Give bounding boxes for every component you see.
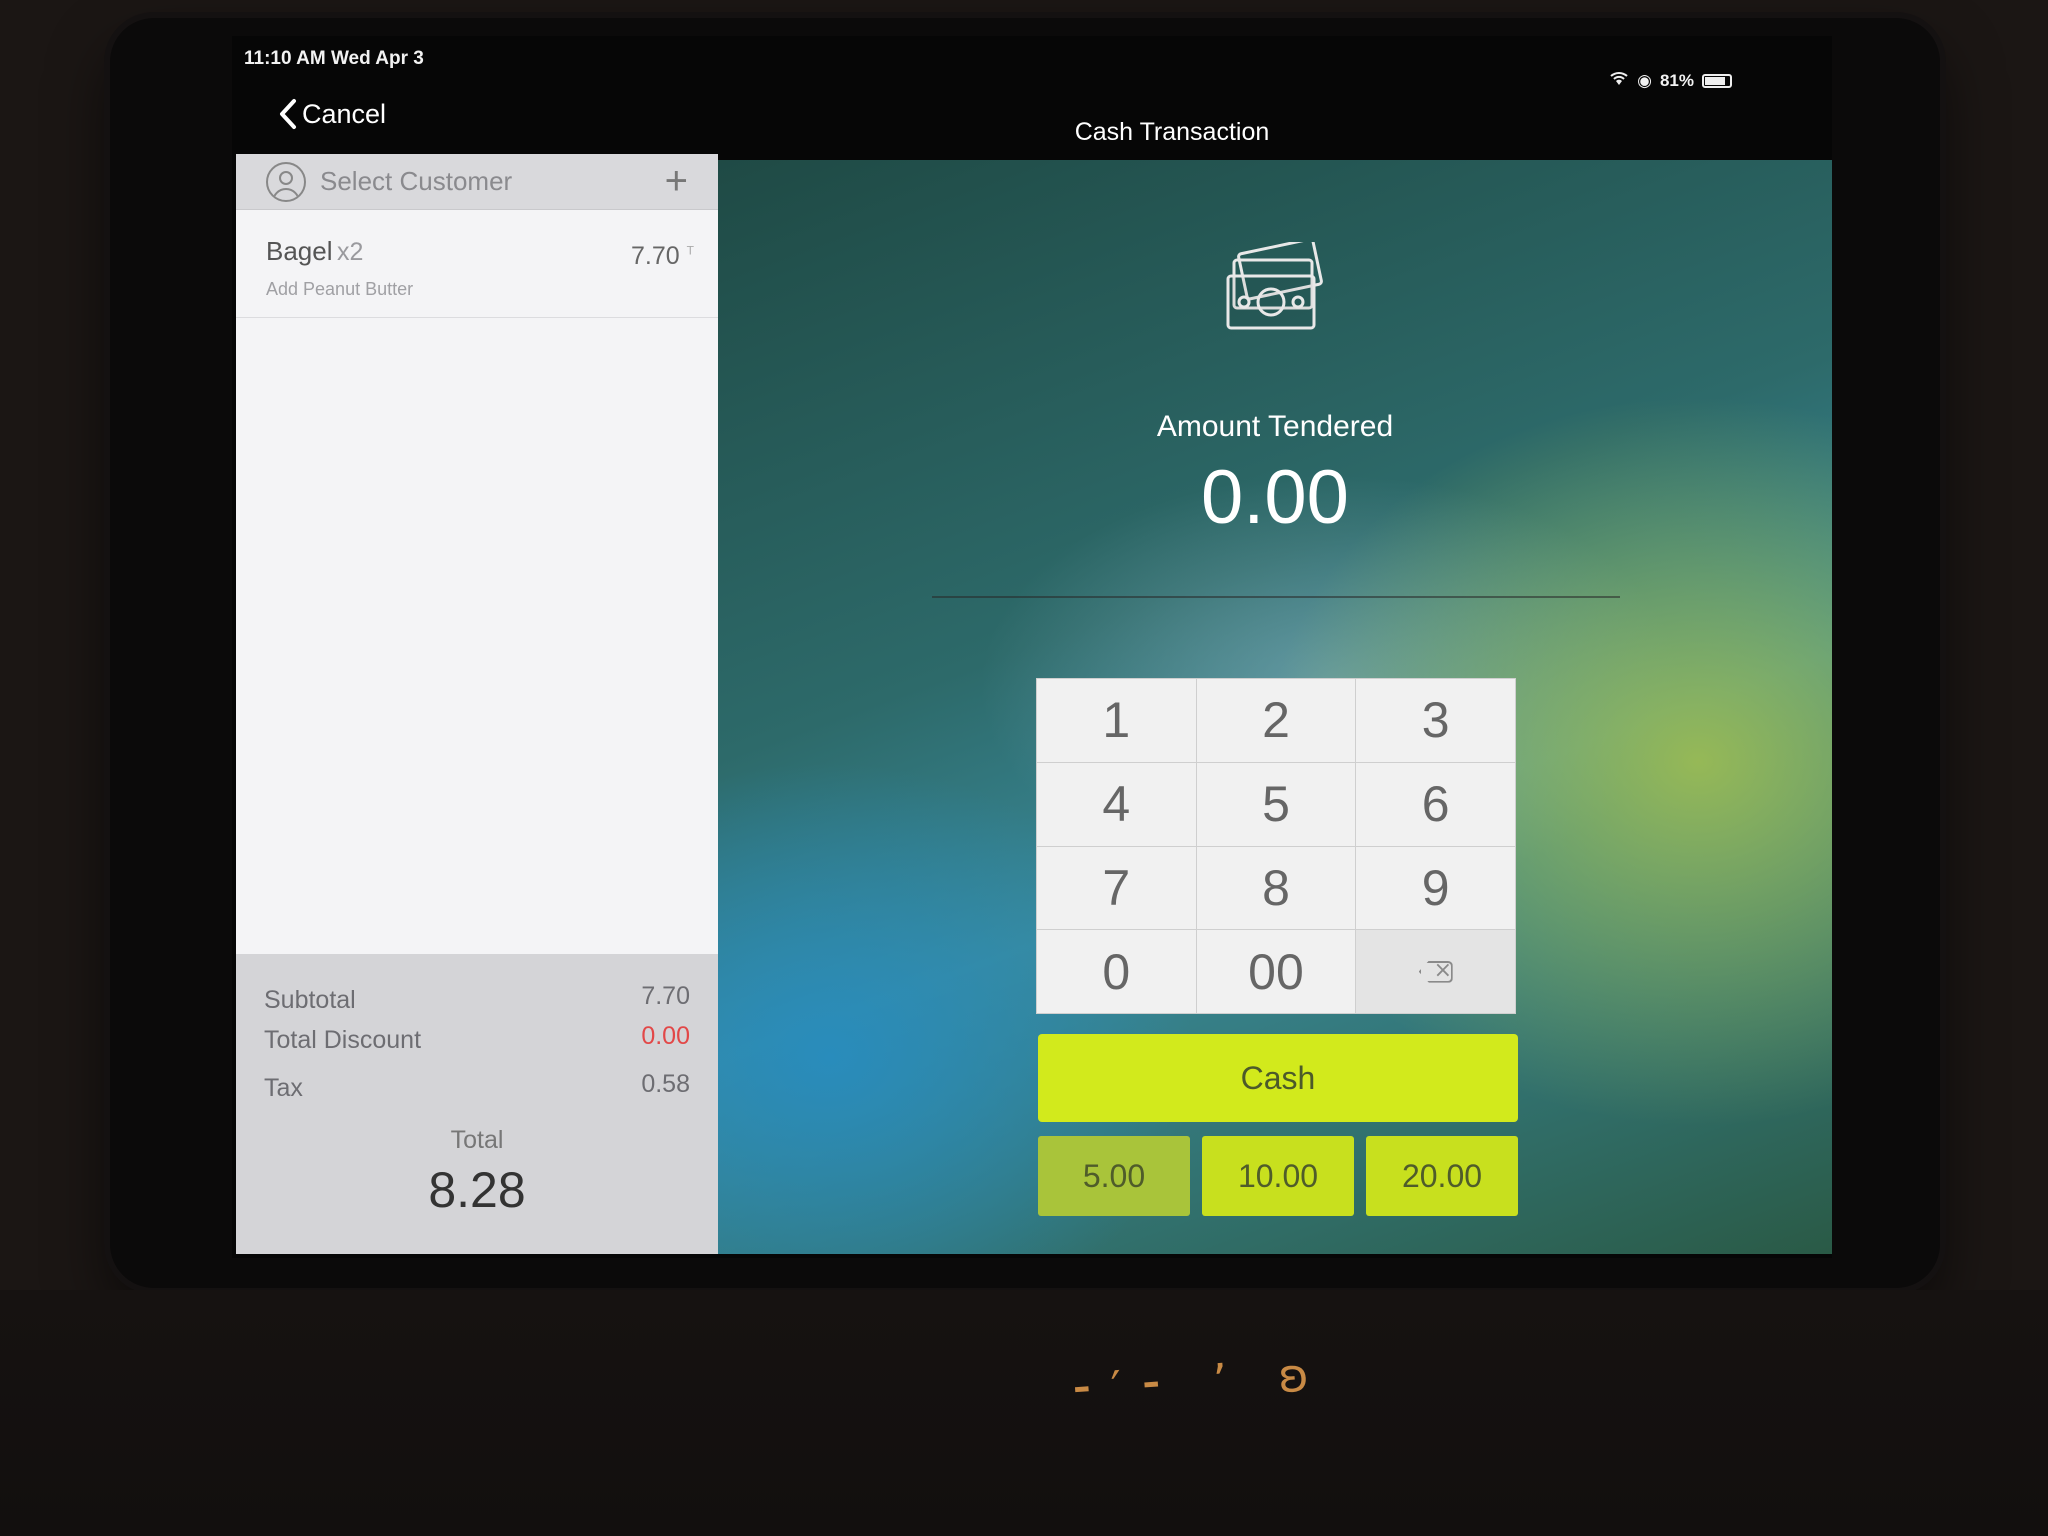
chevron-left-icon: [280, 99, 296, 129]
stand-surface: [0, 1290, 2048, 1536]
amount-divider: [932, 596, 1620, 598]
amount-tendered-label: Amount Tendered: [1156, 410, 1394, 443]
quick-amount-10-button[interactable]: 10.00: [1202, 1136, 1354, 1216]
key-6[interactable]: 6: [1356, 762, 1515, 846]
numeric-keypad: 1 2 3 4 5 6 7 8 9 0 00 ×: [1036, 678, 1516, 1014]
quick-amount-5-button[interactable]: 5.00: [1038, 1136, 1190, 1216]
item-modifier: Add Peanut Butter: [266, 279, 414, 299]
person-icon: [266, 161, 306, 202]
payment-panel: Amount Tendered 0.00 1 2 3 4 5 6 7 8 9 0…: [718, 160, 1832, 1254]
key-7[interactable]: 7: [1037, 846, 1196, 930]
select-customer-label: Select Customer: [320, 166, 513, 196]
discount-value: 0.00: [641, 1022, 690, 1050]
key-00[interactable]: 00: [1196, 930, 1356, 1013]
cancel-label: Cancel: [302, 98, 387, 129]
item-quantity: x2: [336, 238, 364, 266]
total-value: 8.28: [428, 1162, 526, 1218]
item-price-value: 7.70: [631, 242, 680, 270]
order-line-item[interactable]: Bagel x2 Add Peanut Butter 7.70 T: [236, 210, 718, 318]
totals-section: Subtotal 7.70 Total Discount 0.00 Tax 0.…: [236, 954, 718, 1254]
item-price: 7.70 T: [631, 242, 694, 271]
backspace-key[interactable]: ×: [1356, 930, 1515, 1013]
key-4[interactable]: 4: [1037, 762, 1196, 846]
key-8[interactable]: 8: [1196, 846, 1356, 930]
status-indicators: ◉ 81%: [1609, 70, 1732, 91]
quick-amount-20-button[interactable]: 20.00: [1366, 1136, 1518, 1216]
select-customer-bar[interactable]: Select Customer +: [236, 154, 718, 210]
battery-icon: [1702, 73, 1732, 88]
quick-amount-buttons: 5.00 10.00 20.00: [1038, 1136, 1518, 1216]
total-label: Total: [450, 1126, 504, 1154]
amount-tendered-value: 0.00: [1201, 455, 1349, 540]
key-2[interactable]: 2: [1196, 679, 1356, 762]
discount-row: Total Discount 0.00: [264, 1022, 690, 1066]
rotation-lock-icon: ◉: [1637, 70, 1652, 90]
key-1[interactable]: 1: [1037, 679, 1196, 762]
plus-icon[interactable]: +: [665, 159, 688, 204]
tax-label: Tax: [264, 1074, 303, 1102]
subtotal-row: Subtotal 7.70: [264, 982, 690, 1026]
key-0[interactable]: 0: [1037, 930, 1196, 1013]
subtotal-value: 7.70: [641, 982, 690, 1010]
cash-bills-icon: [1226, 242, 1323, 330]
key-3[interactable]: 3: [1356, 679, 1515, 762]
item-name: Bagel: [266, 236, 333, 266]
subtotal-label: Subtotal: [264, 986, 356, 1014]
battery-percent: 81%: [1659, 70, 1694, 90]
ipad-screen: 11:10 AM Wed Apr 3 ◉ 81% Cancel Cash Tra…: [232, 36, 1832, 1258]
tax-value: 0.58: [641, 1070, 690, 1098]
discount-label: Total Discount: [264, 1026, 422, 1054]
cash-button[interactable]: Cash: [1038, 1034, 1518, 1122]
order-panel: Select Customer + Bagel x2 Add Peanut Bu…: [236, 154, 718, 1254]
page-title: Cash Transaction: [1074, 118, 1270, 146]
status-bar: 11:10 AM Wed Apr 3 ◉ 81%: [232, 36, 1832, 90]
status-time-date: 11:10 AM Wed Apr 3: [244, 48, 424, 69]
cancel-button[interactable]: Cancel: [278, 98, 386, 130]
item-tax-flag: T: [686, 243, 694, 258]
tax-row: Tax 0.58: [264, 1070, 690, 1114]
key-5[interactable]: 5: [1196, 762, 1356, 846]
key-9[interactable]: 9: [1356, 846, 1515, 930]
backspace-icon: ×: [1418, 960, 1453, 983]
wifi-icon: [1609, 70, 1629, 91]
